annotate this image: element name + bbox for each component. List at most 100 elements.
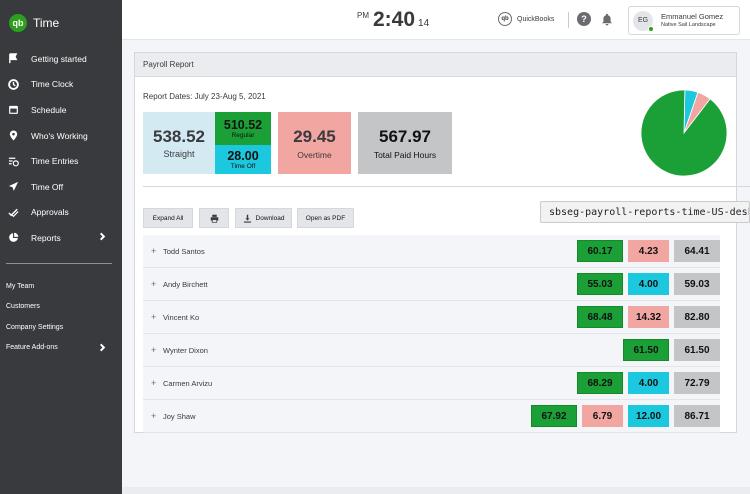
- table-row[interactable]: + Todd Santos 60.17 4.23 64.41: [143, 235, 720, 268]
- airplane-icon: [8, 182, 19, 192]
- clock-time: 2:40: [373, 8, 416, 31]
- card-title: Payroll Report: [135, 53, 736, 77]
- quickbooks-link[interactable]: qb QuickBooks: [498, 12, 554, 26]
- sidebar-item-label: Approvals: [31, 207, 69, 218]
- payroll-report-card: Payroll Report Report Dates: July 23-Aug…: [134, 52, 750, 433]
- sidebar-item-label: Schedule: [31, 104, 67, 115]
- employee-name: Wynter Dixon: [163, 345, 208, 355]
- regular-hours-cell: 68.48: [577, 306, 623, 328]
- total-hours-cell: 86.71: [674, 405, 720, 427]
- expand-row-icon[interactable]: +: [151, 378, 163, 388]
- time-off-value: 28.00: [227, 149, 259, 163]
- sidebar-item-label: Feature Add-ons: [6, 344, 58, 352]
- table-row[interactable]: + Vincent Ko 68.48 14.32 82.80: [143, 301, 720, 334]
- checkmark-icon: [8, 208, 19, 218]
- sidebar-item-label: Who's Working: [31, 130, 88, 141]
- pie-chart-icon: [9, 233, 19, 243]
- straight-hours-tile: 538.52 Straight: [143, 112, 215, 174]
- user-company: Native Sail Landscape: [661, 21, 716, 28]
- pie-slice-regular: [640, 89, 728, 177]
- table-row[interactable]: + Carmen Arvizu 68.29 4.00 72.79: [143, 367, 720, 400]
- list-clock-icon: [8, 157, 19, 167]
- time-off-hours-cell: 12.00: [628, 405, 669, 427]
- employee-name: Joy Shaw: [163, 411, 196, 421]
- total-value: 567.97: [379, 126, 431, 146]
- total-hours-cell: 59.03: [674, 273, 720, 295]
- hours-cells: 61.50 61.50: [618, 339, 720, 361]
- sidebar-item-feature-addons[interactable]: Feature Add-ons: [0, 338, 122, 359]
- brand[interactable]: qb Time: [0, 0, 122, 46]
- sidebar-item-time-off[interactable]: Time Off: [0, 174, 122, 200]
- user-menu[interactable]: EG Emmanuel Gomez Native Sail Landscape: [628, 6, 740, 35]
- total-hours-cell: 82.80: [674, 306, 720, 328]
- hours-cells: 60.17 4.23 64.41: [572, 240, 720, 262]
- bottom-strip: [122, 487, 750, 494]
- bell-icon[interactable]: [601, 13, 613, 31]
- sidebar-item-time-entries[interactable]: Time Entries: [0, 148, 122, 174]
- help-icon[interactable]: ?: [577, 12, 591, 26]
- straight-value: 538.52: [153, 127, 205, 146]
- regular-hours-cell: 60.17: [577, 240, 623, 262]
- hours-cells: 55.03 4.00 59.03: [572, 273, 720, 295]
- print-button[interactable]: [199, 208, 229, 228]
- app-name: Time: [33, 16, 60, 30]
- header-divider: [568, 12, 569, 28]
- overtime-hours-cell: 14.32: [628, 306, 669, 328]
- regular-label: Regular: [231, 132, 255, 139]
- sidebar-item-reports[interactable]: Reports: [0, 225, 122, 251]
- time-off-tile: 28.00 Time Off: [215, 145, 271, 174]
- clock-icon: [8, 79, 19, 90]
- regular-hours-tile: 510.52 Regular: [215, 112, 271, 145]
- expand-row-icon[interactable]: +: [151, 279, 163, 289]
- table-row[interactable]: + Andy Birchett 55.03 4.00 59.03: [143, 268, 720, 301]
- quickbooks-link-label: QuickBooks: [517, 15, 555, 23]
- quickbooks-logo-icon: qb: [9, 14, 27, 32]
- overtime-label: Overtime: [297, 149, 332, 160]
- sidebar-item-my-team[interactable]: My Team: [0, 276, 122, 297]
- sidebar-item-schedule[interactable]: Schedule: [0, 97, 122, 123]
- sidebar-item-company-settings[interactable]: Company Settings: [0, 317, 122, 338]
- sidebar: qb Time Getting started Time Clock Sched…: [0, 0, 122, 494]
- overtime-hours-cell: 6.79: [582, 405, 623, 427]
- overtime-hours-cell: 4.23: [628, 240, 669, 262]
- total-paid-hours-tile: 567.97 Total Paid Hours: [358, 112, 452, 174]
- employee-name: Carmen Arvizu: [163, 378, 213, 388]
- clock-seconds: 14: [418, 18, 430, 29]
- user-info: Emmanuel Gomez Native Sail Landscape: [661, 12, 723, 28]
- expand-row-icon[interactable]: +: [151, 345, 163, 355]
- chevron-right-icon: [98, 343, 107, 354]
- tooltip: sbseg-payroll-reports-time-US-desktop: [540, 201, 750, 223]
- download-button[interactable]: Download: [235, 208, 292, 228]
- employee-name: Todd Santos: [163, 246, 205, 256]
- sidebar-item-label: Time Clock: [31, 79, 74, 90]
- open-as-pdf-button[interactable]: Open as PDF: [297, 208, 354, 228]
- sidebar-item-label: Getting started: [31, 53, 87, 64]
- total-hours-cell: 64.41: [674, 240, 720, 262]
- sidebar-item-whos-working[interactable]: Who's Working: [0, 123, 122, 149]
- regular-hours-cell: 67.92: [531, 405, 577, 427]
- hours-cells: 68.48 14.32 82.80: [572, 306, 720, 328]
- sidebar-item-approvals[interactable]: Approvals: [0, 200, 122, 226]
- sidebar-item-label: Reports: [31, 232, 61, 243]
- expand-all-button[interactable]: Expand All: [143, 208, 193, 228]
- section-divider: [143, 186, 750, 187]
- chevron-right-icon: [98, 232, 107, 243]
- map-pin-icon: [9, 130, 18, 141]
- expand-row-icon[interactable]: +: [151, 411, 163, 421]
- hours-pie-chart: [640, 89, 728, 177]
- sidebar-item-time-clock[interactable]: Time Clock: [0, 72, 122, 98]
- top-header: PM 2:40 14 qb QuickBooks ? EG Emmanuel G…: [122, 0, 750, 40]
- regular-value: 510.52: [223, 118, 263, 132]
- report-dates: Report Dates: July 23-Aug 5, 2021: [143, 92, 266, 101]
- table-row[interactable]: + Joy Shaw 67.92 6.79 12.00 86.71: [143, 400, 720, 433]
- sidebar-item-label: Time Off: [31, 181, 64, 192]
- table-row[interactable]: + Wynter Dixon 61.50 61.50: [143, 334, 720, 367]
- sidebar-item-getting-started[interactable]: Getting started: [0, 46, 122, 72]
- sidebar-item-customers[interactable]: Customers: [0, 296, 122, 317]
- avatar: EG: [633, 10, 654, 32]
- online-status-dot: [648, 25, 654, 32]
- expand-row-icon[interactable]: +: [151, 312, 163, 322]
- expand-row-icon[interactable]: +: [151, 246, 163, 256]
- hours-cells: 67.92 6.79 12.00 86.71: [526, 405, 720, 427]
- total-hours-cell: 61.50: [674, 339, 720, 361]
